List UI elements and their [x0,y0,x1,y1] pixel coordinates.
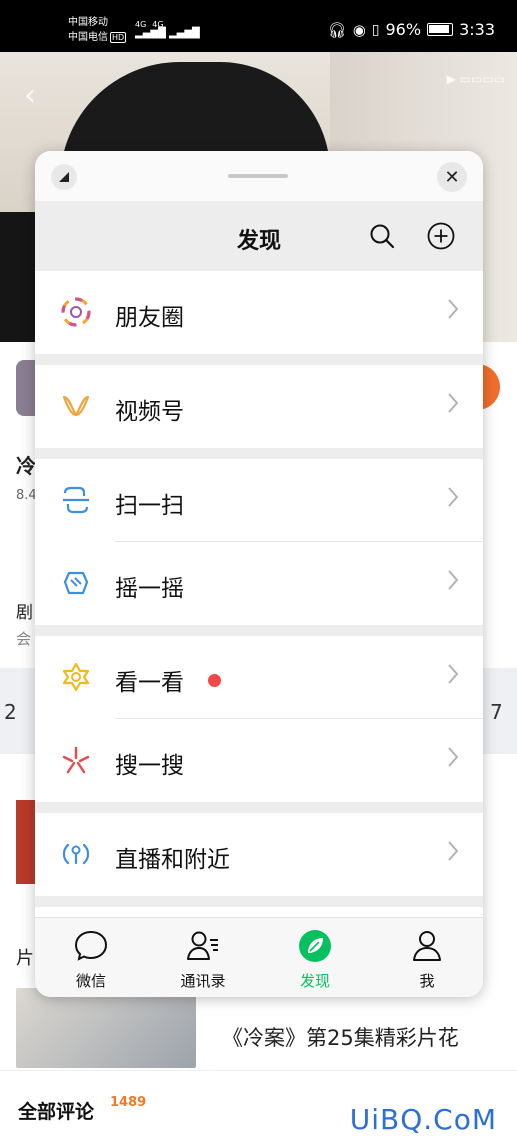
hd-badge: HD [110,32,127,43]
comments-count: 1489 [110,1095,147,1110]
add-circle-icon[interactable] [427,222,455,250]
chat-bubble-icon [74,930,108,961]
status-bar: 中国移动 中国电信 HD 4G 4G ▂▄▆█ ▂▄▆█ 🎧︎ ◉ ▯ 96% 3:… [0,0,517,52]
menu-label: 直播和附近 [115,847,230,873]
tab-label: 微信 [75,972,106,990]
menu-item-live-nearby[interactable]: 直播和附近 [35,813,483,896]
chevron-right-icon [448,570,459,590]
battery-percent: 96% [385,20,422,39]
nav-bar: 发现 [35,201,483,271]
minimize-button[interactable] [51,164,77,190]
clock: 3:33 [459,20,495,39]
tab-label: 我 [419,972,435,990]
background-video-thumbnail[interactable] [16,988,196,1068]
bg-text-6: 7 [490,700,503,724]
watermark: UiBQ.CoM [349,1103,497,1136]
chevron-right-icon [448,487,459,507]
tab-discover[interactable]: 发现 [259,918,371,997]
channels-icon [62,395,90,417]
chevron-right-icon [448,299,459,319]
menu-label: 朋友圈 [115,305,184,331]
video-provider-logo: ▶ ▭▭▭▭ [446,72,505,86]
tab-me[interactable]: 我 [371,918,483,997]
menu-item-shake[interactable]: 摇一摇 [35,542,483,625]
live-nearby-icon [62,843,90,865]
status-right: 🎧︎ ◉ ▯ 96% 3:33 [328,20,495,39]
menu-item-scan[interactable]: 扫一扫 [35,459,483,542]
search-icon[interactable] [369,223,395,249]
carrier-info: 中国移动 中国电信 HD [68,15,127,45]
menu-label: 搜一搜 [115,753,184,779]
compass-icon [299,930,331,962]
close-button[interactable]: ✕ [437,162,467,192]
eye-icon: ◉ [352,20,366,39]
scan-icon [63,486,89,514]
bottom-tab-bar: 微信 通讯录 发现 我 [35,917,483,997]
menu-label: 摇一摇 [115,576,184,602]
top-stories-icon [62,662,90,692]
menu-label: 看一看 [115,670,184,696]
background-video-title[interactable]: 《冷案》第25集精彩片花 [222,1022,459,1052]
contacts-icon [187,931,218,960]
tab-label: 发现 [299,972,330,990]
tab-chats[interactable]: 微信 [35,918,147,997]
menu-item-top-stories[interactable]: 看一看 [35,636,483,719]
chevron-right-icon [448,393,459,413]
menu-item-moments[interactable]: 朋友圈 [35,271,483,354]
discover-menu: 朋友圈 视频号 扫一扫 摇一摇 看一看 搜一搜 直播和附近 [35,271,483,907]
battery-icon [427,23,454,36]
tab-contacts[interactable]: 通讯录 [147,918,259,997]
signal-indicators: 4G 4G ▂▄▆█ ▂▄▆█ [135,20,206,39]
tab-label: 通讯录 [180,972,226,990]
page-title: 发现 [236,229,281,254]
wechat-floating-window: ✕ 发现 朋友圈 视频号 扫一扫 摇一摇 看一看 搜一搜 直播和附近 微信 通讯… [35,151,483,997]
search-feature-icon [62,746,90,774]
bg-text-1: 冷 [16,454,36,478]
bg-text-7: 片 [16,948,34,969]
unread-badge [208,674,221,687]
carrier-1: 中国移动 [68,17,108,28]
menu-item-channels[interactable]: 视频号 [35,365,483,448]
drag-handle[interactable] [228,174,288,178]
bg-text-5: 2 [4,700,17,724]
headphone-icon: 🎧︎ [327,20,347,39]
bg-text-4: 会 [16,630,32,648]
shake-icon [63,571,89,595]
comment-bar: 全部评论 1489 UiBQ.CoM [0,1070,517,1148]
vibrate-icon: ▯ [371,21,380,38]
moments-icon [61,297,91,327]
menu-item-search[interactable]: 搜一搜 [35,719,483,802]
chevron-right-icon [448,747,459,767]
comments-label[interactable]: 全部评论 [18,1097,94,1124]
window-header[interactable]: ✕ [35,151,483,201]
signal-bars-icon: ▂▄▆█ ▂▄▆█ [135,28,200,39]
bg-text-3: 剧 [16,603,33,623]
bg-text-2: 8.4 [16,488,37,503]
chevron-right-icon [448,841,459,861]
carrier-2: 中国电信 [68,32,108,43]
menu-label: 视频号 [115,399,184,425]
back-chevron-icon[interactable]: ‹ [24,78,36,113]
person-icon [413,931,441,961]
menu-label: 扫一扫 [115,493,184,519]
chevron-right-icon [448,664,459,684]
